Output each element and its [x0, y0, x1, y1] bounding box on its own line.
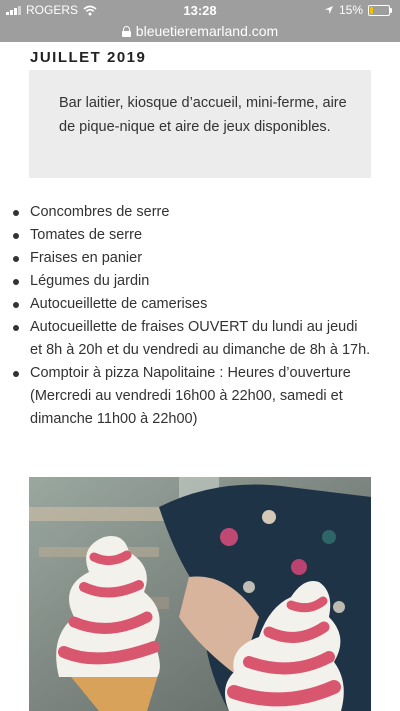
battery-level	[370, 6, 373, 14]
list-item: Tomates de serre	[13, 224, 372, 247]
feature-list: Concombres de serre Tomates de serre Fra…	[0, 201, 372, 431]
location-arrow-icon	[324, 6, 333, 14]
section-heading: JUILLET 2019	[30, 49, 147, 66]
list-item: Autocueillette de fraises OUVERT du lund…	[13, 316, 372, 362]
info-box: Bar laitier, kiosque d’accueil, mini-fer…	[29, 70, 371, 178]
list-item: Fraises en panier	[13, 247, 372, 270]
list-item: Comptoir à pizza Napolitaine : Heures d’…	[13, 362, 372, 431]
list-item: Concombres de serre	[13, 201, 372, 224]
url-domain[interactable]: bleuetieremarland.com	[136, 23, 278, 39]
status-right: 15%	[324, 3, 392, 17]
status-bar: ROGERS 13:28 15%	[0, 0, 400, 20]
url-bar[interactable]: bleuetieremarland.com	[0, 20, 400, 42]
list-item: Légumes du jardin	[13, 270, 372, 293]
lock-icon	[121, 25, 131, 37]
battery-icon	[368, 4, 392, 16]
ice-cream-illustration	[29, 477, 371, 711]
battery-percent: 15%	[338, 3, 363, 17]
list-item: Autocueillette de camerises	[13, 293, 372, 316]
browser-top-bar: ROGERS 13:28 15% bleuetieremarland.com	[0, 0, 400, 42]
ice-cream-photo	[29, 477, 371, 711]
